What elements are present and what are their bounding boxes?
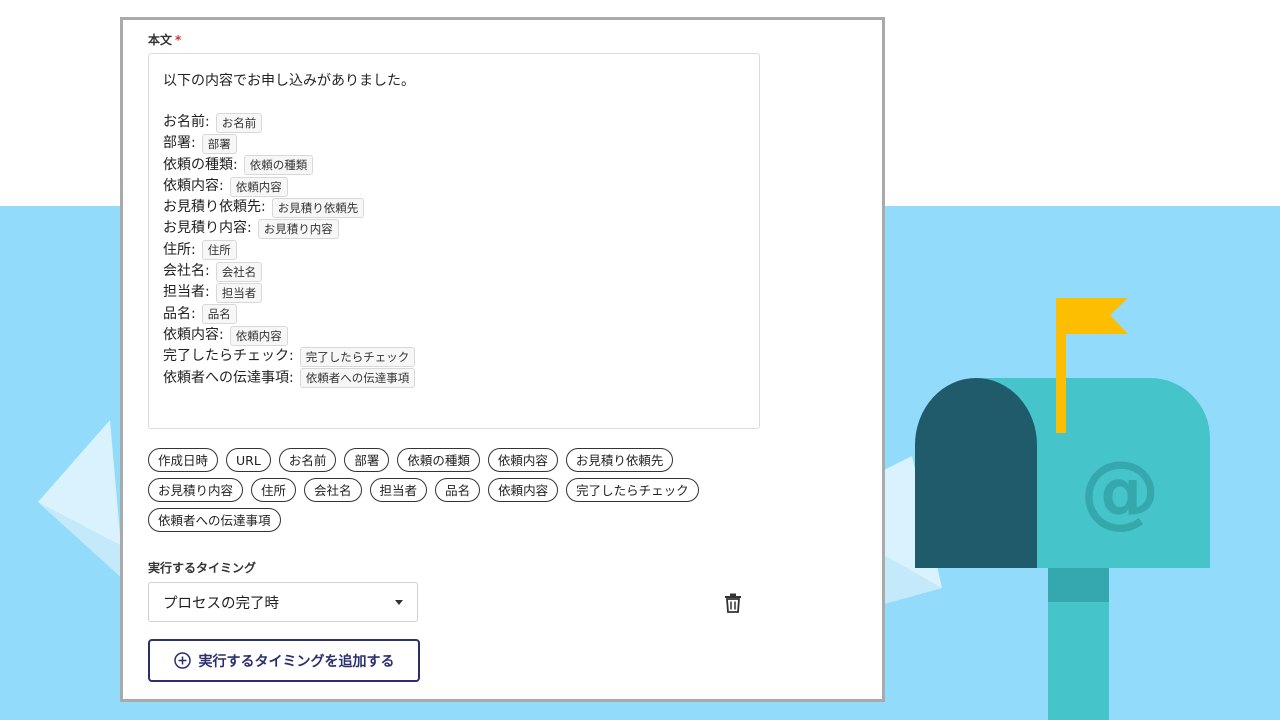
variable-chip[interactable]: 依頼の種類 (397, 448, 480, 472)
variable-chip[interactable]: 部署 (344, 448, 390, 472)
body-line-label: 担当者: (163, 284, 210, 301)
variable-chip[interactable]: 作成日時 (148, 448, 219, 472)
body-line: 担当者: 担当者 (163, 282, 745, 304)
variable-chip[interactable]: 担当者 (369, 478, 428, 502)
body-line: 依頼内容: 依頼内容 (163, 176, 745, 197)
body-line-label: お名前: (163, 114, 210, 130)
body-line-label: 住所: (163, 241, 196, 258)
body-line: お見積り内容: お見積り内容 (163, 218, 745, 240)
body-variable-token[interactable]: お見積り内容 (257, 219, 339, 240)
body-line: 依頼の種類: 依頼の種類 (163, 155, 745, 176)
svg-text:@: @ (1080, 444, 1160, 537)
variable-chip[interactable]: 依頼内容 (488, 478, 559, 502)
timing-label: 実行するタイミング (148, 561, 257, 575)
body-line-label: お見積り内容: (163, 220, 252, 237)
body-line-label: 完了したらチェック: (163, 348, 294, 365)
body-label-text: 本文 (148, 33, 173, 47)
body-line-label: 依頼の種類: (163, 156, 238, 173)
body-variable-token[interactable]: お見積り依頼先 (271, 197, 365, 218)
variable-chip[interactable]: 品名 (435, 478, 481, 502)
add-timing-button[interactable]: 実行するタイミングを追加する (148, 639, 420, 682)
variable-chip[interactable]: お名前 (278, 448, 337, 472)
body-variable-token[interactable]: 完了したらチェック (299, 346, 416, 367)
variable-chip[interactable]: 依頼者への伝達事項 (148, 508, 281, 532)
body-variable-token[interactable]: 住所 (201, 240, 237, 261)
notification-form-panel: 本文 * 以下の内容でお申し込みがありました。 お名前: お名前 部署: 部署 依頼の種類… (120, 17, 885, 702)
body-line-label: 部署: (163, 135, 196, 152)
variable-chip-list: 作成日時 URL お名前 部署 依頼の種類 依頼内容 お見積り依頼先お見積り内容 住所 会社名担… (148, 448, 738, 532)
body-variable-token[interactable]: 品名 (201, 304, 237, 325)
body-variable-token[interactable]: お名前 (215, 112, 263, 133)
body-line: 部署: 部署 (163, 133, 745, 154)
body-line-label: 会社名: (163, 263, 210, 280)
body-line: 会社名: 会社名 (163, 261, 745, 282)
variable-chip[interactable]: URL (226, 448, 271, 472)
body-line: 依頼内容: 依頼内容 (163, 325, 745, 346)
variable-chip[interactable]: 住所 (251, 478, 297, 502)
envelope-left-icon (38, 420, 126, 580)
required-mark: * (175, 33, 182, 47)
timing-select-value: プロセスの完了時 (163, 595, 279, 612)
variable-chip[interactable]: お見積り内容 (148, 478, 244, 502)
variable-chip[interactable]: お見積り依頼先 (565, 448, 674, 472)
body-line: 完了したらチェック: 完了したらチェック (163, 346, 745, 367)
body-line: 品名: 品名 (163, 304, 745, 325)
body-intro-text: 以下の内容でお申し込みがありました。 (163, 73, 415, 89)
body-variable-token[interactable]: 部署 (201, 133, 237, 154)
body-line-label: 依頼内容: (163, 326, 224, 343)
body-variable-token[interactable]: 依頼者への伝達事項 (299, 368, 416, 389)
body-variable-token[interactable]: 会社名 (215, 261, 263, 282)
mailbox-icon: @ (915, 298, 1210, 720)
body-line: お見積り依頼先: お見積り依頼先 (163, 197, 745, 218)
body-line-label: 依頼者への伝達事項: (163, 369, 294, 386)
trash-icon[interactable] (724, 593, 742, 613)
chevron-down-icon (395, 599, 403, 605)
add-timing-label: 実行するタイミングを追加する (198, 653, 395, 670)
body-line: 住所: 住所 (163, 240, 745, 261)
body-line: お名前: お名前 (163, 112, 745, 133)
body-variable-token[interactable]: 依頼の種類 (243, 155, 314, 176)
body-editor[interactable]: 以下の内容でお申し込みがありました。 お名前: お名前 部署: 部署 依頼の種類: 依頼の… (148, 53, 760, 429)
body-label: 本文 * (148, 31, 181, 48)
timing-select[interactable]: プロセスの完了時 (148, 582, 418, 622)
variable-chip[interactable]: 依頼内容 (487, 448, 558, 472)
variable-chip[interactable]: 会社名 (304, 478, 362, 502)
body-variable-token[interactable]: 依頼内容 (229, 176, 288, 197)
body-line-label: お見積り依頼先: (163, 199, 266, 216)
body-variable-token[interactable]: 依頼内容 (229, 325, 288, 346)
variable-chip[interactable]: 完了したらチェック (566, 478, 699, 502)
body-line-label: 依頼内容: (163, 177, 224, 194)
body-line-label: 品名: (163, 305, 196, 322)
plus-circle-icon (173, 652, 191, 669)
body-line: 依頼者への伝達事項: 依頼者への伝達事項 (163, 368, 745, 389)
body-variable-token[interactable]: 担当者 (215, 283, 263, 304)
